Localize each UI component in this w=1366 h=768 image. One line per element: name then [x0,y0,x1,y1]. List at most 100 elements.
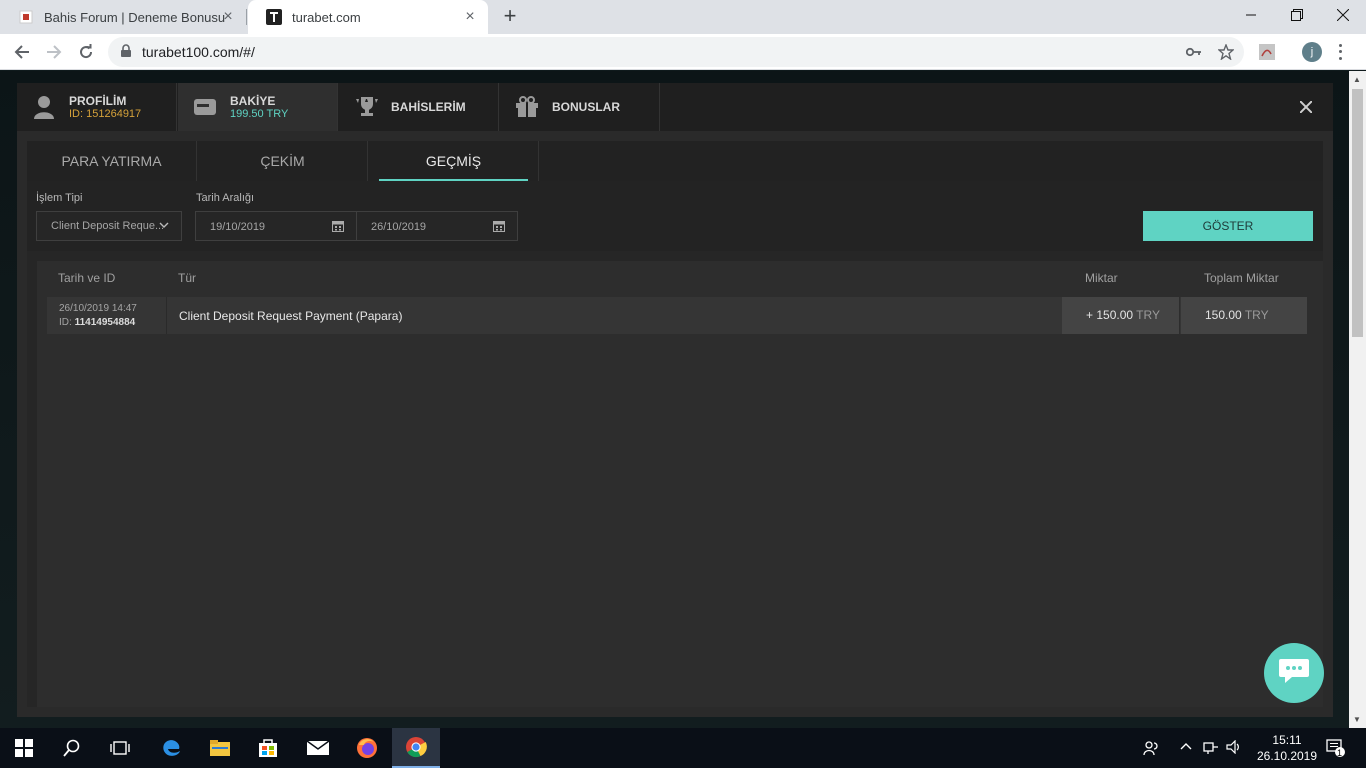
header-total: Toplam Miktar [1204,271,1279,285]
chevron-down-icon [159,220,169,232]
cell-total: 150.00 TRY [1181,297,1307,334]
tab-history[interactable]: GEÇMİŞ [369,141,539,181]
new-tab-button[interactable]: + [498,5,522,29]
firefox-icon[interactable] [343,728,391,768]
balance-subtabs: PARA YATIRMA ÇEKİM GEÇMİŞ [27,141,1323,181]
user-icon [31,94,57,120]
header-type: Tür [178,271,196,285]
people-icon[interactable] [1143,740,1159,759]
row-amount-currency: TRY [1136,308,1160,322]
start-button[interactable] [0,728,48,768]
mail-icon[interactable] [294,728,342,768]
header-amount: Miktar [1085,271,1118,285]
browser-tab-strip: Bahis Forum | Deneme Bonusu × turabet.co… [0,0,1366,34]
calendar-icon[interactable] [332,220,344,235]
history-filters: İşlem Tipi Client Deposit Reque... Tarih… [27,181,1323,251]
profile-avatar[interactable]: j [1302,42,1322,62]
menu-kebab-icon[interactable] [1336,42,1344,62]
row-id: 11414954884 [74,317,136,328]
row-amount: + 150.00 [1086,308,1134,322]
tab-close-icon[interactable]: × [220,9,236,25]
turabet-favicon-icon [266,9,282,25]
browser-tab[interactable]: Bahis Forum | Deneme Bonusu × [0,0,246,34]
show-button[interactable]: GÖSTER [1143,211,1313,241]
nav-balance[interactable]: BAKİYE 199.50 TRY [178,83,338,131]
nav-bonuses[interactable]: BONUSLAR [500,83,660,131]
page-scrollbar[interactable]: ▲ ▼ [1349,71,1366,728]
nav-balance-title: BAKİYE [230,93,276,108]
key-icon[interactable] [1186,44,1202,60]
balance-panel: PARA YATIRMA ÇEKİM GEÇMİŞ İşlem Tipi Cli… [27,141,1323,707]
live-chat-button[interactable] [1264,643,1324,703]
cell-amount: + 150.00 TRY [1062,297,1180,334]
tab-withdraw[interactable]: ÇEKİM [198,141,368,181]
tab-close-icon[interactable]: × [462,9,478,25]
pdf-extension-icon[interactable] [1259,44,1275,60]
row-total-currency: TRY [1244,308,1269,322]
chat-bubble-icon [1278,657,1310,690]
windows-logo-icon [15,739,33,757]
back-button[interactable] [8,38,36,66]
row-type: Client Deposit Request Payment (Papara) [179,309,403,323]
account-nav: PROFİLİM ID: 151264917 BAKİYE 199.50 TRY… [17,83,1333,131]
chrome-icon[interactable] [392,728,440,768]
scroll-down-icon[interactable]: ▼ [1353,715,1361,724]
table-row[interactable]: 26/10/2019 14:47 ID: 11414954884 Client … [47,297,1307,334]
address-bar[interactable]: turabet100.com/#/ [108,37,1244,67]
notification-center-icon[interactable] [1326,739,1346,760]
date-to-input[interactable]: 26/10/2019 [356,211,518,241]
file-explorer-icon[interactable] [196,728,244,768]
nav-profile[interactable]: PROFİLİM ID: 151264917 [17,83,177,131]
tab-deposit[interactable]: PARA YATIRMA [27,141,197,181]
minimize-button[interactable] [1228,0,1274,30]
clock-time: 15:11 [1272,733,1302,747]
modal-close-icon[interactable] [1297,98,1315,116]
edge-icon[interactable] [148,728,196,768]
browser-toolbar: turabet100.com/#/ j [0,34,1366,70]
store-icon[interactable] [244,728,292,768]
row-datetime: 26/10/2019 14:47 [59,303,137,314]
nav-my-bets-title: BAHİSLERİM [391,99,466,114]
chevron-up-icon[interactable] [1180,740,1192,755]
clock-date: 26.10.2019 [1256,749,1318,763]
header-date-id: Tarih ve ID [58,271,116,285]
scroll-up-icon[interactable]: ▲ [1353,75,1361,84]
search-icon[interactable] [48,728,96,768]
date-range-label: Tarih Aralığı [196,192,255,204]
history-table: Tarih ve ID Tür Miktar Toplam Miktar 26/… [37,261,1323,707]
trophy-icon [353,94,379,120]
nav-profile-title: PROFİLİM [69,93,127,108]
notification-count-badge: 1 [1337,748,1343,758]
browser-tab-active[interactable]: turabet.com × [248,0,488,34]
bookmark-star-icon[interactable] [1218,44,1234,60]
url-text: turabet100.com/#/ [142,44,255,60]
arrow-left-icon [14,45,29,59]
reload-button[interactable] [72,38,100,66]
forward-button[interactable] [40,38,68,66]
date-from-input[interactable]: 19/10/2019 [195,211,357,241]
task-view-icon[interactable] [96,728,144,768]
lock-icon [120,44,132,63]
scrollbar-thumb[interactable] [1352,89,1363,337]
window-close-button[interactable] [1320,0,1366,30]
date-from-value: 19/10/2019 [210,221,266,233]
network-icon[interactable] [1203,740,1219,757]
wallet-icon [192,94,218,120]
transaction-type-value: Client Deposit Reque... [51,220,165,232]
cell-date-id: 26/10/2019 14:47 ID: 11414954884 [47,297,167,334]
volume-icon[interactable] [1226,739,1242,757]
browser-tab-title: Bahis Forum | Deneme Bonusu [44,9,226,25]
taskbar-clock[interactable]: 15:11 26.10.2019 [1252,732,1322,764]
browser-tab-title: turabet.com [292,9,361,25]
bahisforum-favicon-icon [18,9,34,25]
restore-button[interactable] [1274,0,1320,30]
windows-taskbar: 15:11 26.10.2019 1 [0,728,1366,768]
account-modal: PROFİLİM ID: 151264917 BAKİYE 199.50 TRY… [17,83,1333,717]
profile-id: ID: 151264917 [69,107,142,120]
gift-icon [514,94,540,120]
date-to-value: 26/10/2019 [371,221,427,233]
transaction-type-select[interactable]: Client Deposit Reque... [36,211,182,241]
calendar-icon[interactable] [493,220,505,235]
nav-my-bets[interactable]: BAHİSLERİM [339,83,499,131]
row-id-prefix: ID: [59,317,72,328]
